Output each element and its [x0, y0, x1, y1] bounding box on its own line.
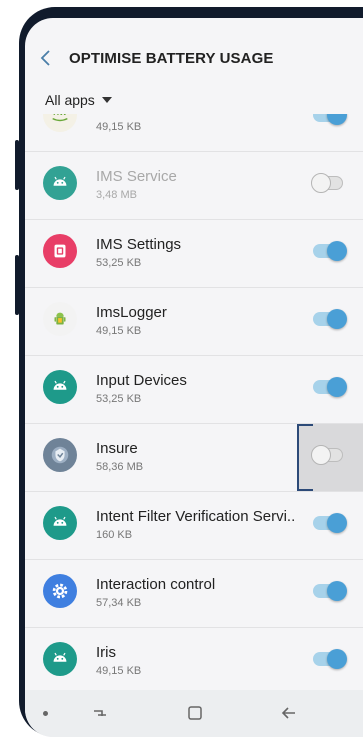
app-row[interactable]: Intent Filter Verification Servi.. 160 KB: [25, 492, 363, 560]
navigation-bar: [25, 690, 363, 737]
battery-optimise-toggle[interactable]: [313, 649, 347, 669]
battery-optimise-toggle[interactable]: [313, 114, 347, 125]
toggle-knob: [327, 649, 347, 669]
app-size: 49,15 KB: [96, 665, 142, 677]
app-row[interactable]: Interaction control 57,34 KB: [25, 560, 363, 628]
app-row[interactable]: IMS Service 3,48 MB: [25, 152, 363, 220]
phone-screen: OPTIMISE BATTERY USAGE All apps HW HwModu…: [25, 18, 363, 737]
battery-optimise-toggle[interactable]: [313, 377, 347, 397]
page-title: OPTIMISE BATTERY USAGE: [69, 50, 274, 67]
bixby-button: [15, 255, 19, 315]
battery-optimise-toggle[interactable]: [313, 513, 347, 533]
filter-dropdown[interactable]: All apps: [45, 92, 112, 108]
nav-indicator-dot[interactable]: [43, 711, 48, 716]
android-icon: [43, 642, 77, 676]
app-size: 58,36 MB: [96, 461, 144, 473]
toggle-knob: [327, 309, 347, 329]
battery-optimise-toggle[interactable]: [313, 581, 347, 601]
svg-text:HW: HW: [53, 114, 67, 117]
app-list-inner: HW HwModuleTest 49,15 KB IMS Service 3,48 MB…: [25, 114, 363, 690]
toggle-knob: [327, 241, 347, 261]
app-size: 3,48 MB: [96, 189, 137, 201]
app-size: 53,25 KB: [96, 393, 142, 405]
app-name: Insure: [96, 440, 138, 457]
toggle-knob: [311, 445, 331, 465]
app-name: Iris: [96, 644, 116, 661]
hw-app-icon: HW: [43, 114, 77, 132]
android-icon: [43, 370, 77, 404]
gear-icon: [43, 574, 77, 608]
recent-apps-icon[interactable]: [91, 704, 109, 722]
toggle-knob: [327, 581, 347, 601]
imslogger-icon: [43, 302, 77, 336]
dropdown-caret-icon: [101, 97, 112, 103]
app-name: IMS Settings: [96, 236, 182, 253]
app-name: ImsLogger: [96, 304, 167, 321]
app-header: OPTIMISE BATTERY USAGE All apps: [25, 18, 363, 108]
battery-optimise-toggle[interactable]: [311, 173, 343, 193]
app-size: 160 KB: [96, 529, 133, 541]
app-list[interactable]: HW HwModuleTest 49,15 KB IMS Service 3,48 MB…: [25, 114, 363, 690]
ims-settings-icon: [43, 234, 77, 268]
volume-button: [15, 140, 19, 190]
toggle-knob: [327, 377, 347, 397]
app-size: 49,15 KB: [96, 121, 142, 133]
app-row[interactable]: HW HwModuleTest 49,15 KB: [25, 114, 363, 152]
home-icon[interactable]: [187, 705, 203, 721]
app-name: HwModuleTest: [96, 114, 194, 117]
filter-label: All apps: [45, 92, 95, 108]
toggle-knob: [327, 114, 347, 125]
android-icon: [43, 506, 77, 540]
app-row[interactable]: Iris 49,15 KB: [25, 628, 363, 690]
toggle-knob: [311, 173, 331, 193]
toggle-knob: [327, 513, 347, 533]
app-size: 53,25 KB: [96, 257, 142, 269]
app-name: Input Devices: [96, 372, 187, 389]
app-size: 57,34 KB: [96, 597, 142, 609]
app-row[interactable]: Input Devices 53,25 KB: [25, 356, 363, 424]
back-arrow-icon[interactable]: [39, 48, 53, 68]
app-size: 49,15 KB: [96, 325, 142, 337]
app-row[interactable]: IMS Settings 53,25 KB: [25, 220, 363, 288]
app-name: IMS Service: [96, 168, 177, 185]
nav-back-icon[interactable]: [280, 704, 298, 722]
insure-icon: [43, 438, 77, 472]
app-name: Interaction control: [96, 576, 216, 593]
app-name: Intent Filter Verification Servi..: [96, 508, 296, 525]
battery-optimise-toggle[interactable]: [313, 241, 347, 261]
app-row[interactable]: Insure 58,36 MB: [25, 424, 363, 492]
battery-optimise-toggle[interactable]: [313, 309, 347, 329]
android-icon: [43, 166, 77, 200]
battery-optimise-toggle[interactable]: [311, 445, 343, 465]
app-row[interactable]: ImsLogger 49,15 KB: [25, 288, 363, 356]
